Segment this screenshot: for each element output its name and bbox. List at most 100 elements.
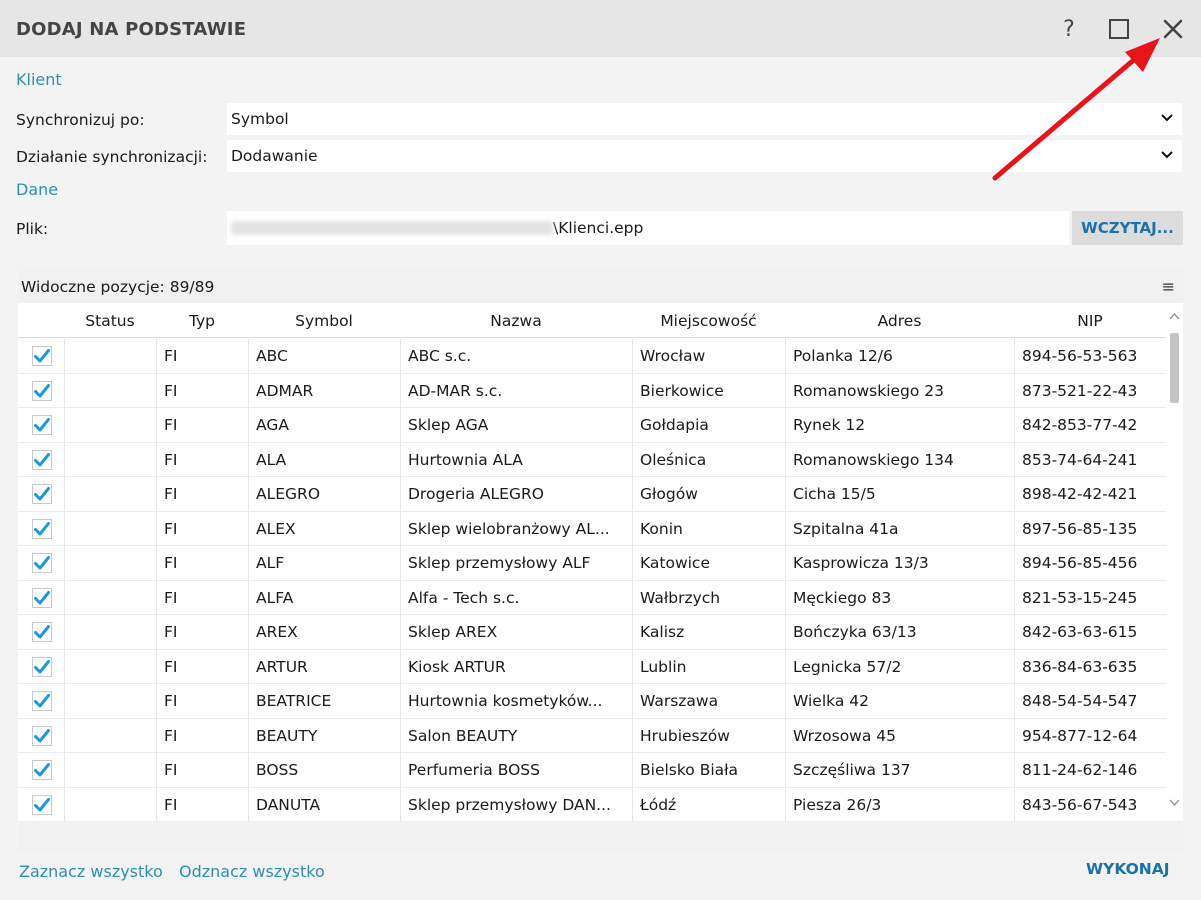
cell-symbol: ALF <box>248 546 400 580</box>
column-adres[interactable]: Adres <box>785 303 1014 338</box>
file-path-field[interactable]: \Klienci.epp <box>227 211 1069 245</box>
cell-adres: Szczęśliwa 137 <box>785 753 1014 787</box>
row-checkbox[interactable] <box>32 691 52 711</box>
table-row[interactable]: FI BEAUTY Salon BEAUTY Hrubieszów Wrzosowa 4… <box>18 718 1166 753</box>
cell-miejscowosc: Hrubieszów <box>632 718 785 753</box>
sync-by-label: Synchronizuj po: <box>16 111 145 129</box>
cell-status <box>64 373 156 408</box>
table-row[interactable]: FI ALF Sklep przemysłowy ALF Katowice Kaspro… <box>18 546 1166 581</box>
cell-nazwa: Sklep przemysłowy DAN... <box>400 787 632 822</box>
column-nazwa[interactable]: Nazwa <box>400 303 632 338</box>
row-checkbox[interactable] <box>32 346 52 366</box>
cell-typ: FI <box>156 339 248 373</box>
cell-symbol: ADMAR <box>248 373 400 408</box>
cell-typ: FI <box>156 753 248 787</box>
section-dane[interactable]: Dane <box>16 180 58 199</box>
scroll-down-icon[interactable] <box>1168 798 1181 808</box>
table-row[interactable]: FI AREX Sklep AREX Kalisz Bończyka 63/13 842-… <box>18 615 1166 650</box>
table-row[interactable]: FI ARTUR Kiosk ARTUR Lublin Legnicka 57/2 836… <box>18 649 1166 684</box>
cell-symbol: ABC <box>248 339 400 373</box>
cell-typ: FI <box>156 408 248 442</box>
sync-by-select[interactable]: Symbol <box>227 103 1182 135</box>
row-checkbox[interactable] <box>32 415 52 435</box>
cell-symbol: AREX <box>248 615 400 649</box>
column-nip[interactable]: NIP <box>1014 303 1166 338</box>
select-all-link[interactable]: Zaznacz wszystko <box>19 862 163 881</box>
sync-action-select[interactable]: Dodawanie <box>227 140 1182 172</box>
cell-typ: FI <box>156 718 248 753</box>
grid-footer <box>18 821 1183 852</box>
cell-nip: 894-56-85-456 <box>1014 546 1166 580</box>
cell-nazwa: Sklep przemysłowy ALF <box>400 546 632 580</box>
row-checkbox[interactable] <box>32 380 52 401</box>
table-row[interactable]: FI ALEGRO Drogeria ALEGRO Głogów Cicha 15/5 8… <box>18 477 1166 512</box>
row-checkbox[interactable] <box>32 656 52 677</box>
row-checkbox[interactable] <box>32 760 52 780</box>
row-checkbox[interactable] <box>32 587 52 608</box>
cell-nip: 894-56-53-563 <box>1014 339 1166 373</box>
scrollbar-thumb[interactable] <box>1170 333 1179 403</box>
row-checkbox[interactable] <box>32 449 52 470</box>
cell-miejscowosc: Wałbrzych <box>632 580 785 615</box>
checkmark-icon <box>34 694 50 708</box>
cell-status <box>64 442 156 477</box>
title-bar: DODAJ NA PODSTAWIE ? <box>0 0 1201 57</box>
checkmark-icon <box>34 556 50 570</box>
table-row[interactable]: FI ALA Hurtownia ALA Oleśnica Romanowskiego … <box>18 442 1166 477</box>
cell-nip: 853-74-64-241 <box>1014 442 1166 477</box>
table-row[interactable]: FI BOSS Perfumeria BOSS Bielsko Biała Szczęś… <box>18 753 1166 788</box>
cell-nazwa: Perfumeria BOSS <box>400 753 632 787</box>
cell-typ: FI <box>156 684 248 718</box>
row-checkbox[interactable] <box>32 518 52 539</box>
table-row[interactable]: FI ALEX Sklep wielobranżowy AL... Konin Szpi… <box>18 511 1166 546</box>
chevron-down-icon <box>1161 151 1173 159</box>
cell-symbol: ALFA <box>248 580 400 615</box>
row-checkbox[interactable] <box>32 794 52 815</box>
cell-status <box>64 339 156 373</box>
close-button[interactable] <box>1156 12 1190 46</box>
row-checkbox[interactable] <box>32 484 52 504</box>
scroll-up-icon[interactable] <box>1168 311 1181 321</box>
table-row[interactable]: FI DANUTA Sklep przemysłowy DAN... Łódź Pies… <box>18 787 1166 822</box>
cell-miejscowosc: Łódź <box>632 787 785 822</box>
table-row[interactable]: FI AGA Sklep AGA Gołdapia Rynek 12 842-853-77… <box>18 408 1166 443</box>
column-symbol[interactable]: Symbol <box>248 303 400 338</box>
checkmark-icon <box>34 418 50 432</box>
cell-nazwa: Sklep AREX <box>400 615 632 649</box>
cell-adres: Szpitalna 41a <box>785 511 1014 546</box>
table-row[interactable]: FI ALFA Alfa - Tech s.c. Wałbrzych Męckiego … <box>18 580 1166 615</box>
cell-miejscowosc: Kalisz <box>632 615 785 649</box>
grid-menu-icon[interactable]: ≡ <box>1162 277 1175 296</box>
row-checkbox[interactable] <box>32 622 52 642</box>
column-miejscowosc[interactable]: Miejscowość <box>632 303 785 338</box>
row-checkbox[interactable] <box>32 725 52 746</box>
window-title: DODAJ NA PODSTAWIE <box>16 19 247 40</box>
cell-nazwa: Kiosk ARTUR <box>400 649 632 684</box>
section-klient[interactable]: Klient <box>16 70 62 89</box>
sync-action-label: Działanie synchronizacji: <box>16 148 208 166</box>
row-checkbox[interactable] <box>32 553 52 573</box>
checkmark-icon <box>34 452 50 466</box>
cell-symbol: BOSS <box>248 753 400 787</box>
cell-symbol: ARTUR <box>248 649 400 684</box>
cell-typ: FI <box>156 787 248 822</box>
load-button[interactable]: WCZYTAJ... <box>1072 211 1183 245</box>
maximize-button[interactable] <box>1102 12 1136 46</box>
column-status[interactable]: Status <box>64 303 156 338</box>
grid-scrollbar[interactable] <box>1166 303 1183 821</box>
table-row[interactable]: FI ADMAR AD-MAR s.c. Bierkowice Romanowskieg… <box>18 373 1166 408</box>
cell-miejscowosc: Oleśnica <box>632 442 785 477</box>
cell-miejscowosc: Bielsko Biała <box>632 753 785 787</box>
deselect-all-link[interactable]: Odznacz wszystko <box>179 862 325 881</box>
blurred-path <box>231 221 553 235</box>
cell-miejscowosc: Bierkowice <box>632 373 785 408</box>
table-row[interactable]: FI BEATRICE Hurtownia kosmetyków... Warszaw… <box>18 684 1166 719</box>
execute-button[interactable]: WYKONAJ <box>1086 860 1170 878</box>
table-row[interactable]: FI ABC ABC s.c. Wrocław Polanka 12/6 894-56-5… <box>18 339 1166 374</box>
checkmark-icon <box>34 487 50 501</box>
help-button[interactable]: ? <box>1052 12 1086 46</box>
checkmark-icon <box>34 383 50 397</box>
cell-nazwa: Hurtownia kosmetyków... <box>400 684 632 718</box>
cell-adres: Romanowskiego 23 <box>785 373 1014 408</box>
column-typ[interactable]: Typ <box>156 303 248 338</box>
